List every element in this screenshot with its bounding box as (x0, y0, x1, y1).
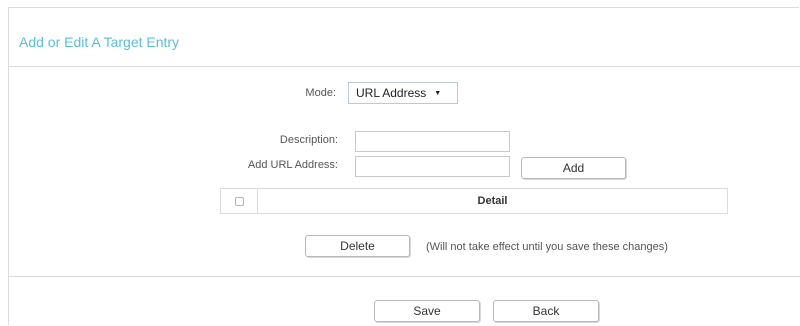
delete-button[interactable]: Delete (305, 235, 410, 257)
entry-table: Detail (220, 188, 728, 214)
select-all-checkbox[interactable] (234, 196, 244, 206)
mode-select-value: URL Address (356, 86, 427, 100)
panel-title: Add or Edit A Target Entry (19, 34, 180, 50)
description-label: Description: (279, 134, 338, 146)
mode-label: Mode: (305, 87, 336, 99)
footer-divider (9, 276, 800, 277)
delete-note: (Will not take effect until you save the… (426, 241, 668, 253)
add-button[interactable]: Add (521, 157, 626, 179)
title-divider (9, 66, 800, 67)
select-all-cell (221, 189, 258, 213)
detail-column-header: Detail (477, 195, 508, 207)
triangle-down-icon: ▼ (434, 89, 442, 97)
url-address-label: Add URL Address: (247, 159, 338, 171)
url-address-input[interactable] (355, 156, 510, 177)
mode-select[interactable]: URL Address ▼ (348, 82, 458, 104)
save-button[interactable]: Save (374, 300, 480, 322)
back-button[interactable]: Back (493, 300, 599, 322)
description-input[interactable] (355, 131, 510, 152)
